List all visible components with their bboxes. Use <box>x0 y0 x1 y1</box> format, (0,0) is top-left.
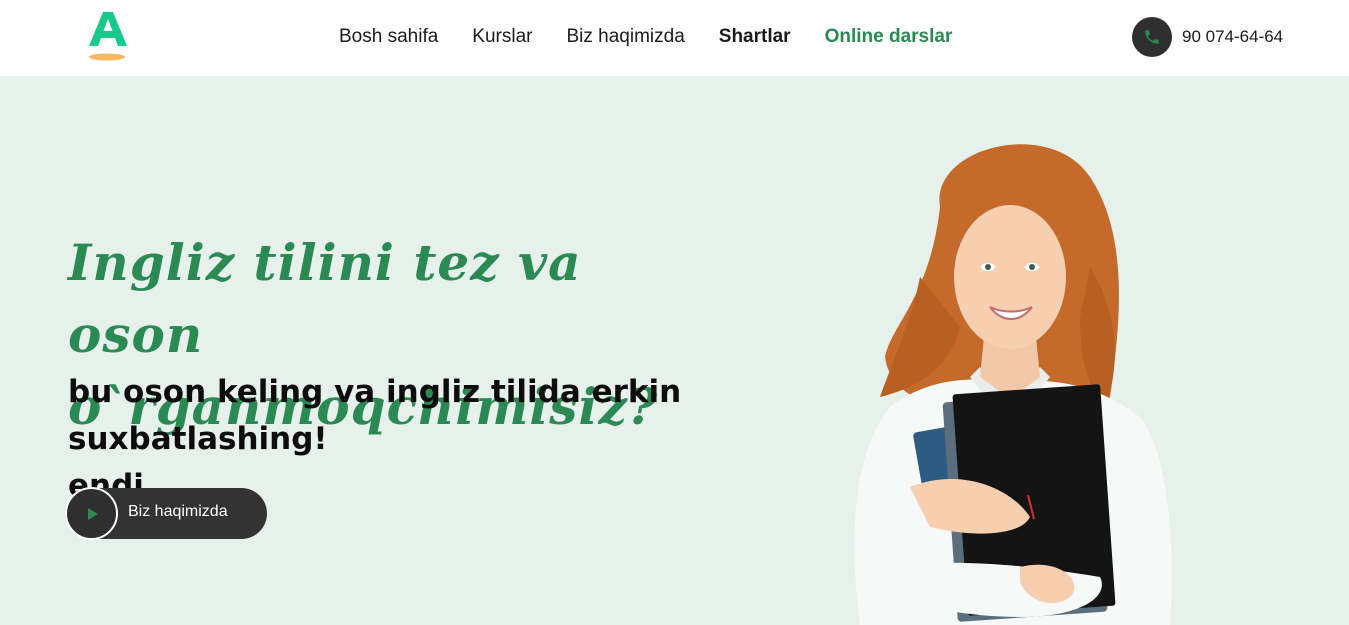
about-us-button[interactable]: Biz haqimizda <box>65 487 267 540</box>
logo-icon <box>89 12 127 61</box>
phone-contact[interactable]: 90 074-64-64 <box>1132 17 1283 57</box>
subtitle-line-1: bu oson keling va ingliz tilida erkin <box>68 374 682 410</box>
main-nav: Bosh sahifa Kurslar Biz haqimizda Shartl… <box>339 25 986 49</box>
nav-online-lessons[interactable]: Online darslar <box>825 25 953 49</box>
hero-section: Ingliz tilini tez va oson o`rganmoqchimi… <box>0 77 1349 625</box>
student-image <box>854 144 1172 625</box>
nav-about[interactable]: Biz haqimizda <box>566 25 684 49</box>
headline-line-1: Ingliz tilini tez va oson <box>68 233 582 364</box>
about-us-button-label[interactable]: Biz haqimizda <box>128 503 228 521</box>
phone-number[interactable]: 90 074-64-64 <box>1182 27 1283 47</box>
nav-courses[interactable]: Kurslar <box>472 25 532 49</box>
subtitle-line-2: suxbatlashing! <box>68 421 328 457</box>
nav-terms[interactable]: Shartlar <box>719 25 791 49</box>
site-header: Bosh sahifa Kurslar Biz haqimizda Shartl… <box>0 0 1349 77</box>
nav-home[interactable]: Bosh sahifa <box>339 25 438 49</box>
play-icon[interactable] <box>65 487 118 540</box>
phone-icon[interactable] <box>1132 17 1172 57</box>
hero-subtitle: bu oson keling va ingliz tilida erkin su… <box>68 369 708 463</box>
logo[interactable] <box>86 10 130 62</box>
